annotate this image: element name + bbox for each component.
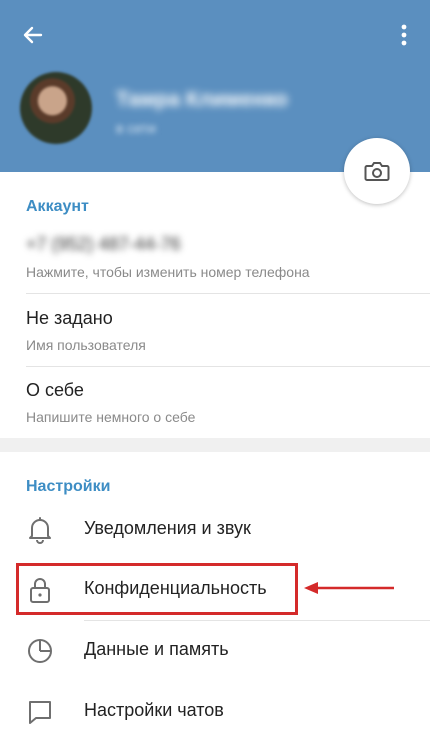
divider	[26, 293, 430, 294]
profile-status: в сети	[116, 120, 156, 136]
arrow-left-icon	[23, 26, 43, 44]
profile-name: Тамра Клименко	[116, 88, 288, 111]
username-hint: Имя пользователя	[26, 337, 146, 353]
camera-icon	[364, 162, 390, 181]
phone-number-value[interactable]: +7 (952) 487-44-76	[26, 234, 181, 255]
section-separator	[0, 438, 430, 452]
set-photo-button[interactable]	[344, 138, 410, 204]
settings-item-label: Настройки чатов	[84, 700, 224, 720]
settings-section-title: Настройки	[26, 478, 111, 495]
avatar[interactable]	[20, 72, 92, 144]
more-vertical-icon	[401, 24, 407, 46]
back-button[interactable]	[16, 18, 50, 52]
account-section-title: Аккаунт	[26, 198, 89, 215]
highlight-frame	[16, 563, 298, 615]
settings-item-notifications[interactable]: Уведомления и звук	[0, 500, 430, 560]
settings-item-chat-settings[interactable]: Настройки чатов	[0, 682, 430, 740]
bio-value[interactable]: О себе	[26, 380, 84, 401]
settings-item-data-storage[interactable]: Данные и память	[0, 621, 430, 681]
phone-number-hint: Нажмите, чтобы изменить номер телефона	[26, 264, 310, 280]
username-value[interactable]: Не задано	[26, 308, 113, 329]
more-options-button[interactable]	[392, 18, 416, 52]
bio-hint: Напишите немного о себе	[26, 409, 196, 425]
divider	[26, 366, 430, 367]
clock-icon	[26, 636, 54, 666]
pointer-arrow-icon	[304, 582, 394, 594]
settings-item-label: Уведомления и звук	[84, 518, 251, 538]
settings-item-label: Данные и память	[84, 639, 229, 659]
bell-icon	[26, 515, 54, 545]
chat-bubble-icon	[26, 697, 54, 727]
